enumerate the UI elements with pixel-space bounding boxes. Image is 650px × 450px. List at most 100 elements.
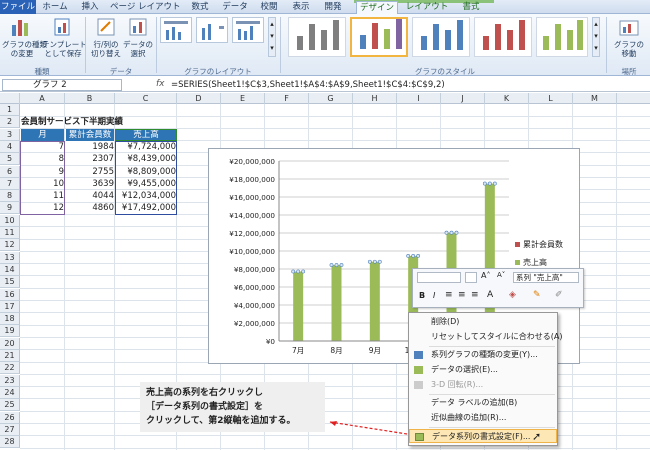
row-header-14[interactable]: 14 [0,263,20,276]
column-header-k[interactable]: K [485,93,529,104]
style-gallery-scroll[interactable]: ▴ ▾ ▾ [592,17,600,57]
row-header-21[interactable]: 21 [0,350,20,362]
data-cell[interactable]: 8 [21,153,64,165]
shrink-font-icon[interactable]: A˅ [497,271,505,279]
header-cell[interactable]: 累計会員数 [66,128,114,141]
change-chart-type-button[interactable]: グラフの種類 の変更 [2,40,47,58]
insert-function-icon[interactable]: fx [156,79,165,89]
menu-add-data-labels[interactable]: データ ラベルの追加(B) [409,396,557,410]
name-box[interactable]: グラフ 2 [2,79,122,91]
tab-insert[interactable]: 挿入 [76,1,104,14]
tab-developer[interactable]: 開発 [320,1,346,14]
tab-layout[interactable]: レイアウト [404,1,450,14]
bold-button[interactable]: B [419,291,425,300]
data-cell[interactable]: 3639 [66,178,114,190]
column-header-f[interactable]: F [265,93,309,104]
row-header-20[interactable]: 20 [0,337,20,350]
data-cell[interactable]: 2307 [66,153,114,165]
row-header-4[interactable]: 4 [0,140,20,153]
column-header-m[interactable]: M [573,93,617,104]
row-header-5[interactable]: 5 [0,153,20,166]
align-right-icon[interactable]: ≡ [471,290,479,300]
bar-sales[interactable] [293,271,304,341]
row-header-28[interactable]: 28 [0,436,20,449]
chart-layout-3[interactable] [232,17,264,43]
tab-view[interactable]: 表示 [288,1,314,14]
data-cell[interactable]: 7 [21,141,64,153]
row-header-7[interactable]: 7 [0,177,20,190]
data-cell[interactable]: ¥17,492,000 [116,202,176,214]
chart-style-4[interactable] [474,17,532,57]
row-header-19[interactable]: 19 [0,325,20,338]
row-header-9[interactable]: 9 [0,202,20,215]
row-header-10[interactable]: 10 [0,214,20,227]
column-header-g[interactable]: G [309,93,353,104]
font-size-select[interactable] [465,272,477,283]
row-header-22[interactable]: 22 [0,362,20,375]
select-all-corner[interactable] [0,93,20,104]
bar-sales[interactable] [369,261,380,341]
row-header-8[interactable]: 8 [0,190,20,203]
text-direction-icon[interactable]: A [487,290,493,300]
chart-style-5[interactable] [536,17,588,57]
move-chart-button[interactable]: グラフの 移動 [610,40,648,58]
menu-reset-style[interactable]: リセットしてスタイルに合わせる(A) [409,330,562,344]
line-color-icon[interactable]: ✎ [533,290,541,300]
row-header-15[interactable]: 15 [0,276,20,289]
save-as-template-button[interactable]: テンプレート として保存 [42,40,87,58]
data-cell[interactable]: ¥9,455,000 [116,178,176,190]
tab-format[interactable]: 書式 [456,1,486,14]
chart-style-2-selected[interactable] [350,17,408,57]
format-painter-icon[interactable]: ✐ [555,290,563,300]
align-center-icon[interactable]: ≡ [458,290,466,300]
row-header-26[interactable]: 26 [0,411,20,424]
tab-design[interactable]: デザイン [356,1,398,14]
chart-style-3[interactable] [412,17,470,57]
row-header-11[interactable]: 11 [0,227,20,239]
data-cell[interactable]: 11 [21,190,64,202]
tab-data[interactable]: データ [220,1,250,14]
bar-sales[interactable] [331,265,342,341]
column-header-a[interactable]: A [20,93,65,104]
row-header-23[interactable]: 23 [0,374,20,387]
row-header-17[interactable]: 17 [0,300,20,313]
align-left-icon[interactable]: ≡ [445,290,453,300]
data-cell[interactable]: 10 [21,178,64,190]
row-header-6[interactable]: 6 [0,165,20,178]
column-header-j[interactable]: J [441,93,485,104]
italic-button[interactable]: I [433,291,435,300]
formula-input[interactable]: =SERIES(Sheet1!$C$3,Sheet1!$A$4:$A$9,She… [171,79,445,91]
data-cell[interactable]: 4860 [66,202,114,214]
tab-page-layout[interactable]: ページ レイアウト [110,1,181,14]
column-header-l[interactable]: L [529,93,573,104]
column-header-h[interactable]: H [353,93,397,104]
menu-change-series-chart-type[interactable]: 系列グラフの種類の変更(Y)... [409,348,557,362]
row-header-13[interactable]: 13 [0,251,20,264]
data-cell[interactable]: ¥7,724,000 [116,141,176,153]
column-header-c[interactable]: C [115,93,177,104]
tab-file[interactable]: ファイル [0,0,36,14]
data-cell[interactable]: 2755 [66,166,114,178]
data-cell[interactable]: ¥8,439,000 [116,153,176,165]
row-header-27[interactable]: 27 [0,423,20,436]
row-header-24[interactable]: 24 [0,386,20,399]
font-name-select[interactable] [417,272,461,283]
header-cell[interactable]: 売上高 [116,128,176,141]
data-cell[interactable]: 1984 [66,141,114,153]
grow-font-icon[interactable]: A˄ [481,271,490,280]
row-header-18[interactable]: 18 [0,313,20,326]
data-cell[interactable]: 4044 [66,190,114,202]
header-cell[interactable]: 月 [21,128,64,141]
column-header-d[interactable]: D [177,93,221,104]
data-cell[interactable]: ¥12,034,000 [116,190,176,202]
tab-home[interactable]: ホーム [40,1,70,14]
sheet-title-cell[interactable]: 会員制サービス下半期実績 [21,116,171,128]
chart-layout-2[interactable] [196,17,228,43]
column-header-i[interactable]: I [397,93,441,104]
fill-color-icon[interactable]: ◈ [509,290,516,300]
row-header-25[interactable]: 25 [0,399,20,412]
chart-style-1[interactable] [288,17,346,57]
chart-layout-1[interactable] [160,17,192,43]
menu-select-data[interactable]: データの選択(E)... [409,363,557,377]
data-cell[interactable]: 9 [21,166,64,178]
